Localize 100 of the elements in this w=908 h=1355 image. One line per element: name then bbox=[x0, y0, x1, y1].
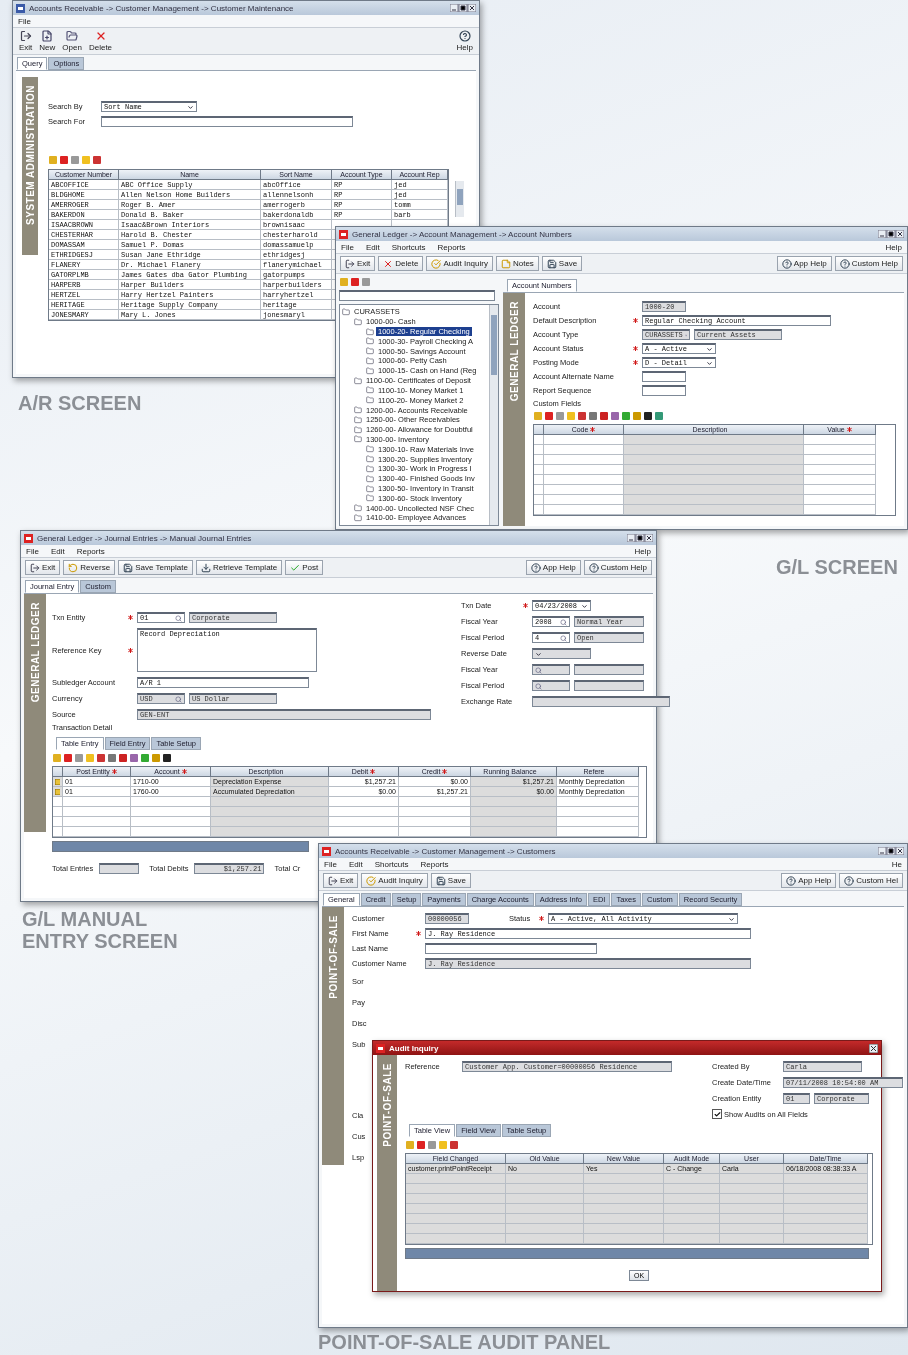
menu-item[interactable]: Reports bbox=[76, 546, 105, 556]
toolbar-button[interactable]: Delete bbox=[86, 30, 115, 52]
toolbar-button[interactable]: Exit bbox=[25, 560, 61, 575]
menu-item[interactable]: Shortcuts bbox=[391, 242, 426, 252]
caret-icon[interactable] bbox=[187, 103, 194, 111]
menu-item[interactable]: Shortcuts bbox=[374, 859, 409, 869]
menu-item[interactable]: Reports bbox=[420, 859, 449, 869]
row-marker-icon bbox=[55, 778, 60, 785]
scrollbar[interactable] bbox=[52, 841, 309, 852]
help-icon bbox=[530, 562, 541, 573]
scrollbar[interactable] bbox=[405, 1248, 869, 1259]
search-icon[interactable] bbox=[560, 634, 567, 642]
toolbar-button[interactable]: Save bbox=[541, 256, 583, 271]
toolbar-button[interactable]: Exit bbox=[17, 30, 35, 52]
toolbar-button[interactable]: Exit bbox=[323, 873, 359, 888]
side-label: POINT-OF-SALE bbox=[327, 915, 339, 999]
input-field[interactable] bbox=[101, 116, 353, 127]
app-logo-icon bbox=[24, 533, 33, 543]
screen-caption: A/R SCREEN bbox=[18, 392, 142, 414]
window-controls-icon[interactable] bbox=[450, 4, 476, 12]
toolbar-button[interactable]: App Help bbox=[525, 560, 581, 575]
input-field[interactable] bbox=[642, 385, 686, 396]
app-logo-icon bbox=[16, 3, 25, 13]
toolbar-button[interactable]: Delete bbox=[378, 256, 424, 271]
grid-toolbar-drawing[interactable] bbox=[533, 411, 665, 421]
row-header-cell[interactable] bbox=[534, 505, 544, 515]
row-header-cell[interactable] bbox=[534, 455, 544, 465]
toolbar-button[interactable]: Audit Inquiry bbox=[361, 873, 428, 888]
row-header-cell[interactable] bbox=[534, 435, 544, 445]
side-label: SYSTEM ADMINISTRATION bbox=[24, 85, 36, 225]
scrollbar[interactable] bbox=[455, 181, 464, 217]
input-field[interactable] bbox=[425, 943, 597, 954]
window-controls-icon[interactable] bbox=[878, 847, 904, 855]
row-header-cell[interactable] bbox=[534, 485, 544, 495]
row-header-cell[interactable] bbox=[534, 445, 544, 455]
row-header-cell[interactable] bbox=[53, 807, 63, 817]
folder-icon bbox=[342, 307, 350, 316]
menu-item[interactable]: Reports bbox=[437, 242, 466, 252]
undo-icon bbox=[68, 562, 79, 573]
toolbar-button[interactable]: Post bbox=[285, 560, 324, 575]
download-icon bbox=[200, 562, 211, 573]
menu-item[interactable]: File bbox=[324, 859, 337, 869]
scrollbar[interactable] bbox=[489, 305, 498, 525]
check-icon bbox=[713, 1110, 721, 1118]
toolbar-button[interactable]: Notes bbox=[495, 256, 539, 271]
logout-icon bbox=[328, 875, 338, 886]
search-icon[interactable] bbox=[175, 614, 182, 622]
menu-item[interactable]: File bbox=[26, 546, 39, 556]
row-header-cell[interactable] bbox=[53, 827, 63, 837]
toolbar-button[interactable]: Save Template bbox=[118, 560, 193, 575]
help-icon bbox=[588, 562, 599, 573]
toolbar-button[interactable]: Exit bbox=[340, 256, 376, 271]
folder-icon bbox=[354, 317, 362, 326]
search-icon[interactable] bbox=[560, 618, 567, 626]
side-label: GENERAL LEDGER bbox=[29, 602, 41, 703]
menu-item[interactable]: He bbox=[891, 859, 902, 869]
window-controls-icon[interactable] bbox=[878, 230, 904, 238]
logout-icon bbox=[345, 258, 355, 269]
save-icon bbox=[123, 562, 134, 573]
toolbar-button[interactable]: Retrieve Template bbox=[195, 560, 283, 575]
toolbar-button[interactable]: Custom Hel bbox=[839, 873, 903, 888]
row-header-cell[interactable] bbox=[53, 797, 63, 807]
row-header-cell[interactable] bbox=[53, 817, 63, 827]
row-header-cell[interactable] bbox=[534, 475, 544, 485]
help-icon bbox=[844, 875, 855, 886]
menu-item[interactable]: Edit bbox=[348, 859, 363, 869]
toolbar-button[interactable]: App Help bbox=[781, 873, 837, 888]
screen-caption: G/L SCREEN bbox=[776, 556, 898, 578]
input-field[interactable] bbox=[642, 371, 686, 382]
dialog-title: Audit Inquiry bbox=[389, 1043, 440, 1053]
toolbar-button[interactable]: Custom Help bbox=[583, 560, 652, 575]
toolbar-button[interactable]: Audit Inquiry bbox=[426, 256, 493, 271]
input-field[interactable] bbox=[99, 863, 140, 874]
menu-item[interactable]: Edit bbox=[50, 546, 65, 556]
menu-item[interactable]: Help bbox=[885, 242, 902, 252]
menu-item[interactable]: File bbox=[18, 16, 31, 26]
row-header-cell[interactable] bbox=[534, 495, 544, 505]
help-button[interactable]: Help bbox=[454, 30, 475, 52]
new-file-icon bbox=[41, 30, 54, 42]
menu-item[interactable]: Help bbox=[634, 546, 651, 556]
toolbar-button[interactable]: App Help bbox=[776, 256, 832, 271]
window-controls-icon[interactable] bbox=[627, 534, 653, 542]
toolbar-button[interactable]: New bbox=[37, 30, 58, 52]
toolbar-button[interactable]: Save bbox=[430, 873, 472, 888]
logout-icon bbox=[30, 562, 40, 573]
close-icon[interactable] bbox=[869, 1043, 878, 1053]
toolbar-button[interactable]: Custom Help bbox=[834, 256, 903, 271]
caret-icon[interactable] bbox=[581, 602, 588, 610]
window-title: General Ledger -> Account Management -> Account Numbers bbox=[352, 229, 573, 239]
toolbar-button[interactable]: Open bbox=[60, 30, 84, 52]
row-header-cell[interactable] bbox=[534, 465, 544, 475]
checkbox[interactable] bbox=[712, 1109, 722, 1119]
app-logo-icon bbox=[376, 1043, 385, 1053]
toolbar-button[interactable]: Reverse bbox=[63, 560, 116, 575]
menu-item[interactable]: File bbox=[341, 242, 354, 252]
caret-icon[interactable] bbox=[728, 915, 735, 923]
input-field[interactable] bbox=[339, 290, 495, 301]
grid-toolbar-drawing[interactable] bbox=[52, 753, 173, 763]
menu-item[interactable]: Edit bbox=[365, 242, 380, 252]
folder-icon bbox=[354, 376, 362, 385]
